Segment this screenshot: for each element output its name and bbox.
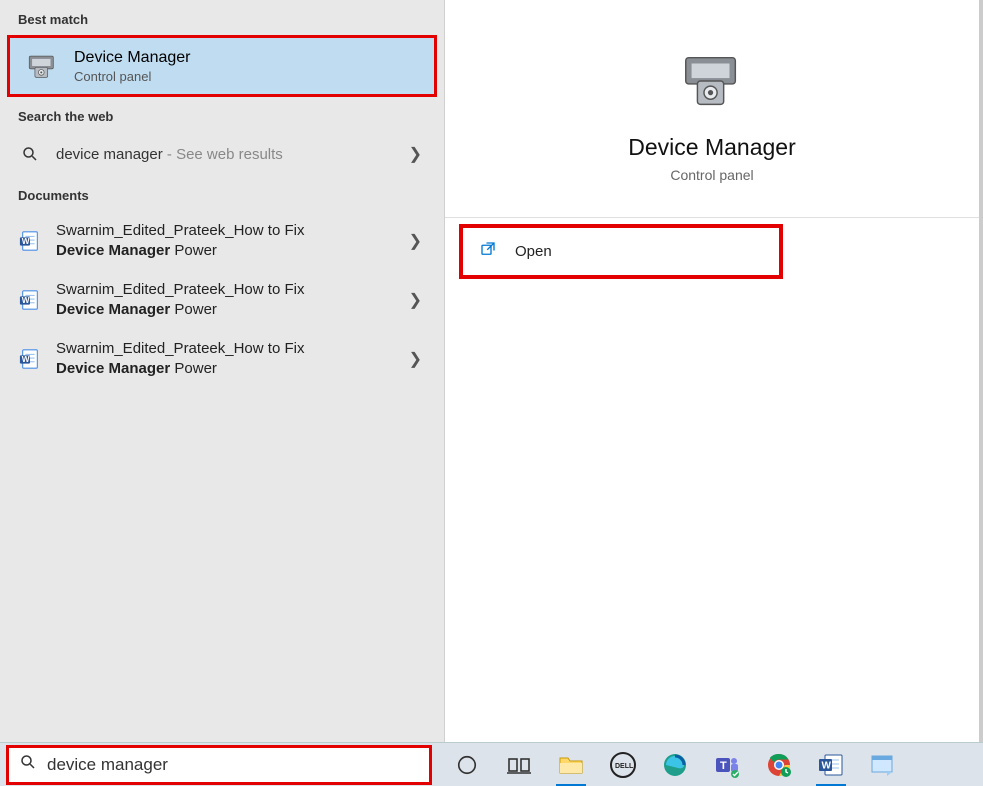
search-input[interactable]	[47, 755, 419, 775]
svg-text:W: W	[22, 236, 30, 245]
document-title: Swarnim_Edited_Prateek_How to Fix Device…	[56, 339, 395, 378]
search-icon	[19, 753, 37, 776]
best-match-text: Device Manager Control panel	[74, 49, 420, 84]
chevron-right-icon: ❯	[409, 349, 426, 369]
divider	[445, 217, 979, 218]
device-manager-large-icon	[677, 46, 747, 116]
cortana-icon[interactable]	[448, 746, 486, 784]
document-title: Swarnim_Edited_Prateek_How to Fix Device…	[56, 280, 395, 319]
search-icon	[18, 142, 42, 166]
task-view-icon[interactable]	[500, 746, 538, 784]
best-match-title: Device Manager	[74, 49, 420, 67]
best-match-result[interactable]: Device Manager Control panel	[7, 35, 437, 97]
detail-subtitle: Control panel	[670, 167, 753, 183]
detail-panel: Device Manager Control panel Open	[444, 0, 979, 742]
svg-text:DELL: DELL	[615, 763, 634, 770]
chevron-right-icon: ❯	[409, 144, 426, 164]
word-icon[interactable]: W	[812, 746, 850, 784]
svg-text:T: T	[720, 760, 727, 772]
detail-title: Device Manager	[628, 134, 795, 161]
chrome-icon[interactable]	[760, 746, 798, 784]
document-result[interactable]: W Swarnim_Edited_Prateek_How to Fix Devi…	[0, 329, 444, 388]
edge-icon[interactable]	[656, 746, 694, 784]
device-manager-icon	[24, 48, 60, 84]
file-explorer-icon[interactable]	[552, 746, 590, 784]
scrollbar[interactable]	[979, 0, 983, 742]
word-document-icon: W	[18, 229, 42, 253]
open-action[interactable]: Open	[459, 224, 783, 279]
document-title: Swarnim_Edited_Prateek_How to Fix Device…	[56, 221, 395, 260]
best-match-subtitle: Control panel	[74, 69, 420, 84]
taskbar: DELL T W	[0, 742, 983, 786]
svg-text:W: W	[22, 295, 30, 304]
svg-text:W: W	[822, 760, 832, 771]
teams-icon[interactable]: T	[708, 746, 746, 784]
word-document-icon: W	[18, 288, 42, 312]
section-header-documents: Documents	[0, 176, 444, 211]
sticky-notes-icon[interactable]	[864, 746, 902, 784]
svg-text:W: W	[22, 354, 30, 363]
web-result-text: device manager - See web results	[56, 146, 283, 163]
document-result[interactable]: W Swarnim_Edited_Prateek_How to Fix Devi…	[0, 270, 444, 329]
section-header-web: Search the web	[0, 97, 444, 132]
taskbar-icons: DELL T W	[448, 746, 902, 784]
dell-icon[interactable]: DELL	[604, 746, 642, 784]
open-icon	[479, 240, 497, 263]
chevron-right-icon: ❯	[409, 231, 426, 251]
search-results-panel: Best match Device Manager Control panel …	[0, 0, 444, 742]
chevron-right-icon: ❯	[409, 290, 426, 310]
web-result-row[interactable]: device manager - See web results ❯	[0, 132, 444, 176]
web-result-suffix: - See web results	[163, 146, 283, 163]
section-header-best-match: Best match	[0, 0, 444, 35]
web-result-query: device manager	[56, 146, 163, 163]
word-document-icon: W	[18, 347, 42, 371]
taskbar-search-box[interactable]	[6, 745, 432, 785]
open-label: Open	[515, 243, 552, 260]
document-result[interactable]: W Swarnim_Edited_Prateek_How to Fix Devi…	[0, 211, 444, 270]
